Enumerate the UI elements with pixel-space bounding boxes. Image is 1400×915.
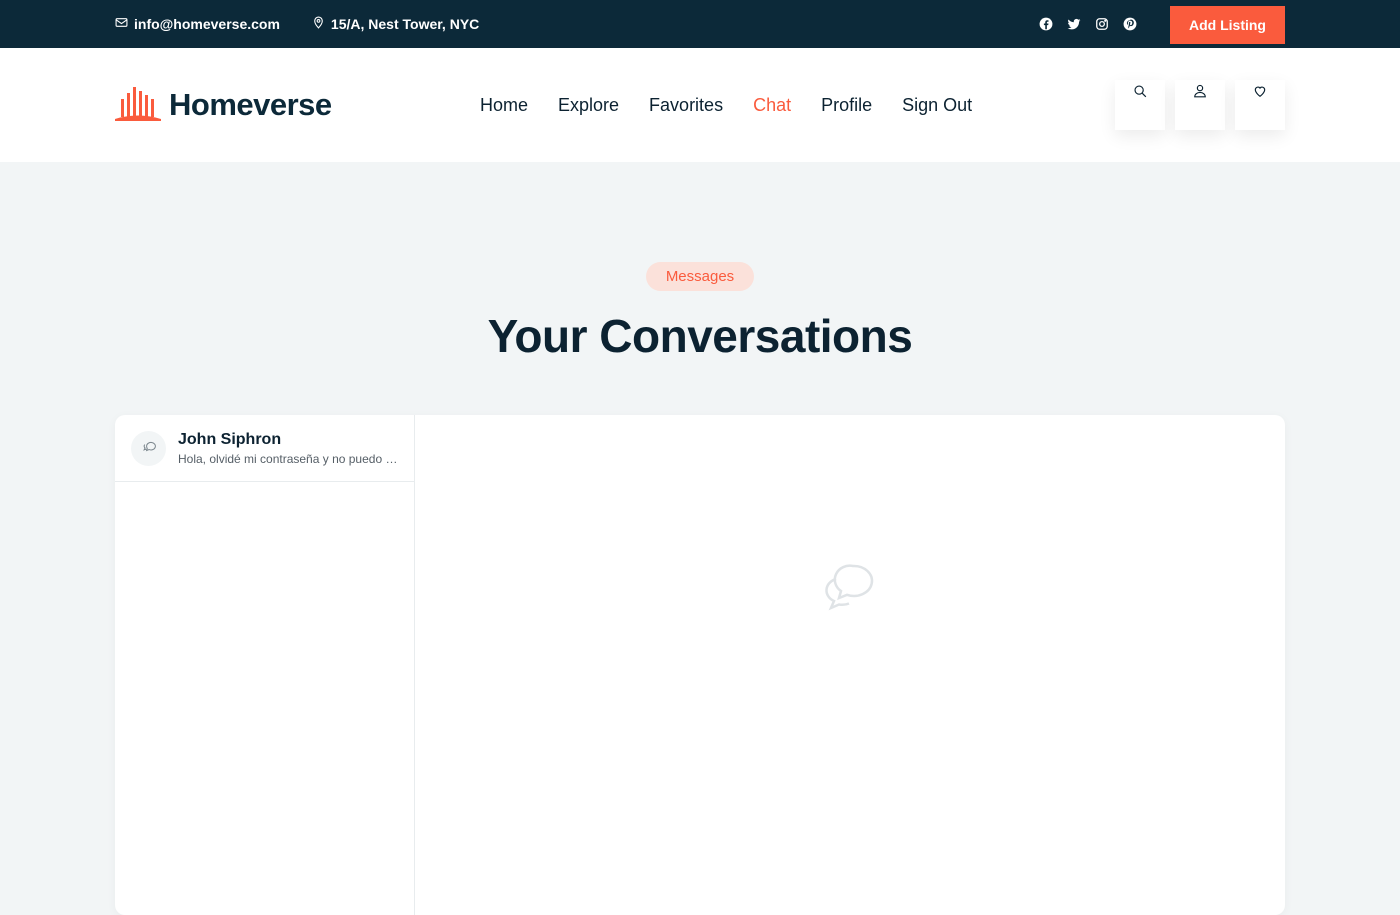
pinterest-icon[interactable] <box>1123 17 1137 31</box>
nav-chat[interactable]: Chat <box>753 95 791 116</box>
main-nav: Home Explore Favorites Chat Profile Sign… <box>480 95 972 116</box>
email-text: info@homeverse.com <box>134 16 280 32</box>
nav-explore[interactable]: Explore <box>558 95 619 116</box>
heart-icon <box>1253 84 1267 130</box>
location-pin-icon <box>312 16 325 32</box>
logo-text: Homeverse <box>169 87 332 122</box>
twitter-icon[interactable] <box>1067 17 1081 31</box>
add-listing-button[interactable]: Add Listing <box>1170 6 1285 44</box>
search-icon <box>1133 84 1147 130</box>
conversation-name: John Siphron <box>178 430 282 448</box>
page-title: Your Conversations <box>487 310 913 362</box>
search-button[interactable] <box>1115 80 1165 130</box>
top-bar: info@homeverse.com 15/A, Nest Tower, NYC… <box>0 0 1400 48</box>
email-link[interactable]: info@homeverse.com <box>115 16 280 32</box>
chat-bubble-icon <box>141 438 156 458</box>
logo-bars-icon <box>115 85 161 126</box>
instagram-icon[interactable] <box>1095 17 1109 31</box>
user-icon <box>1193 84 1207 130</box>
address-link[interactable]: 15/A, Nest Tower, NYC <box>312 16 479 32</box>
logo[interactable]: Homeverse <box>115 85 332 126</box>
conversation-list: John Siphron Hola, olvidé mi contraseña … <box>115 415 415 915</box>
nav-sign-out[interactable]: Sign Out <box>902 95 972 116</box>
conversation-item[interactable]: John Siphron Hola, olvidé mi contraseña … <box>115 415 414 482</box>
section-badge: Messages <box>645 262 755 291</box>
avatar <box>131 430 166 466</box>
chat-panel: John Siphron Hola, olvidé mi contraseña … <box>115 415 1285 915</box>
favorites-button[interactable] <box>1235 80 1285 130</box>
nav-profile[interactable]: Profile <box>821 95 872 116</box>
nav-home[interactable]: Home <box>480 95 528 116</box>
nav-favorites[interactable]: Favorites <box>649 95 723 116</box>
profile-button[interactable] <box>1175 80 1225 130</box>
section-heading: Messages Your Conversations <box>0 162 1400 363</box>
facebook-icon[interactable] <box>1039 17 1053 31</box>
chat-window <box>415 415 1285 915</box>
mail-icon <box>115 16 128 32</box>
main-header: Homeverse Home Explore Favorites Chat Pr… <box>0 48 1400 162</box>
address-text: 15/A, Nest Tower, NYC <box>330 16 480 32</box>
conversation-preview: Hola, olvidé mi contraseña y no puedo ac… <box>178 451 398 466</box>
